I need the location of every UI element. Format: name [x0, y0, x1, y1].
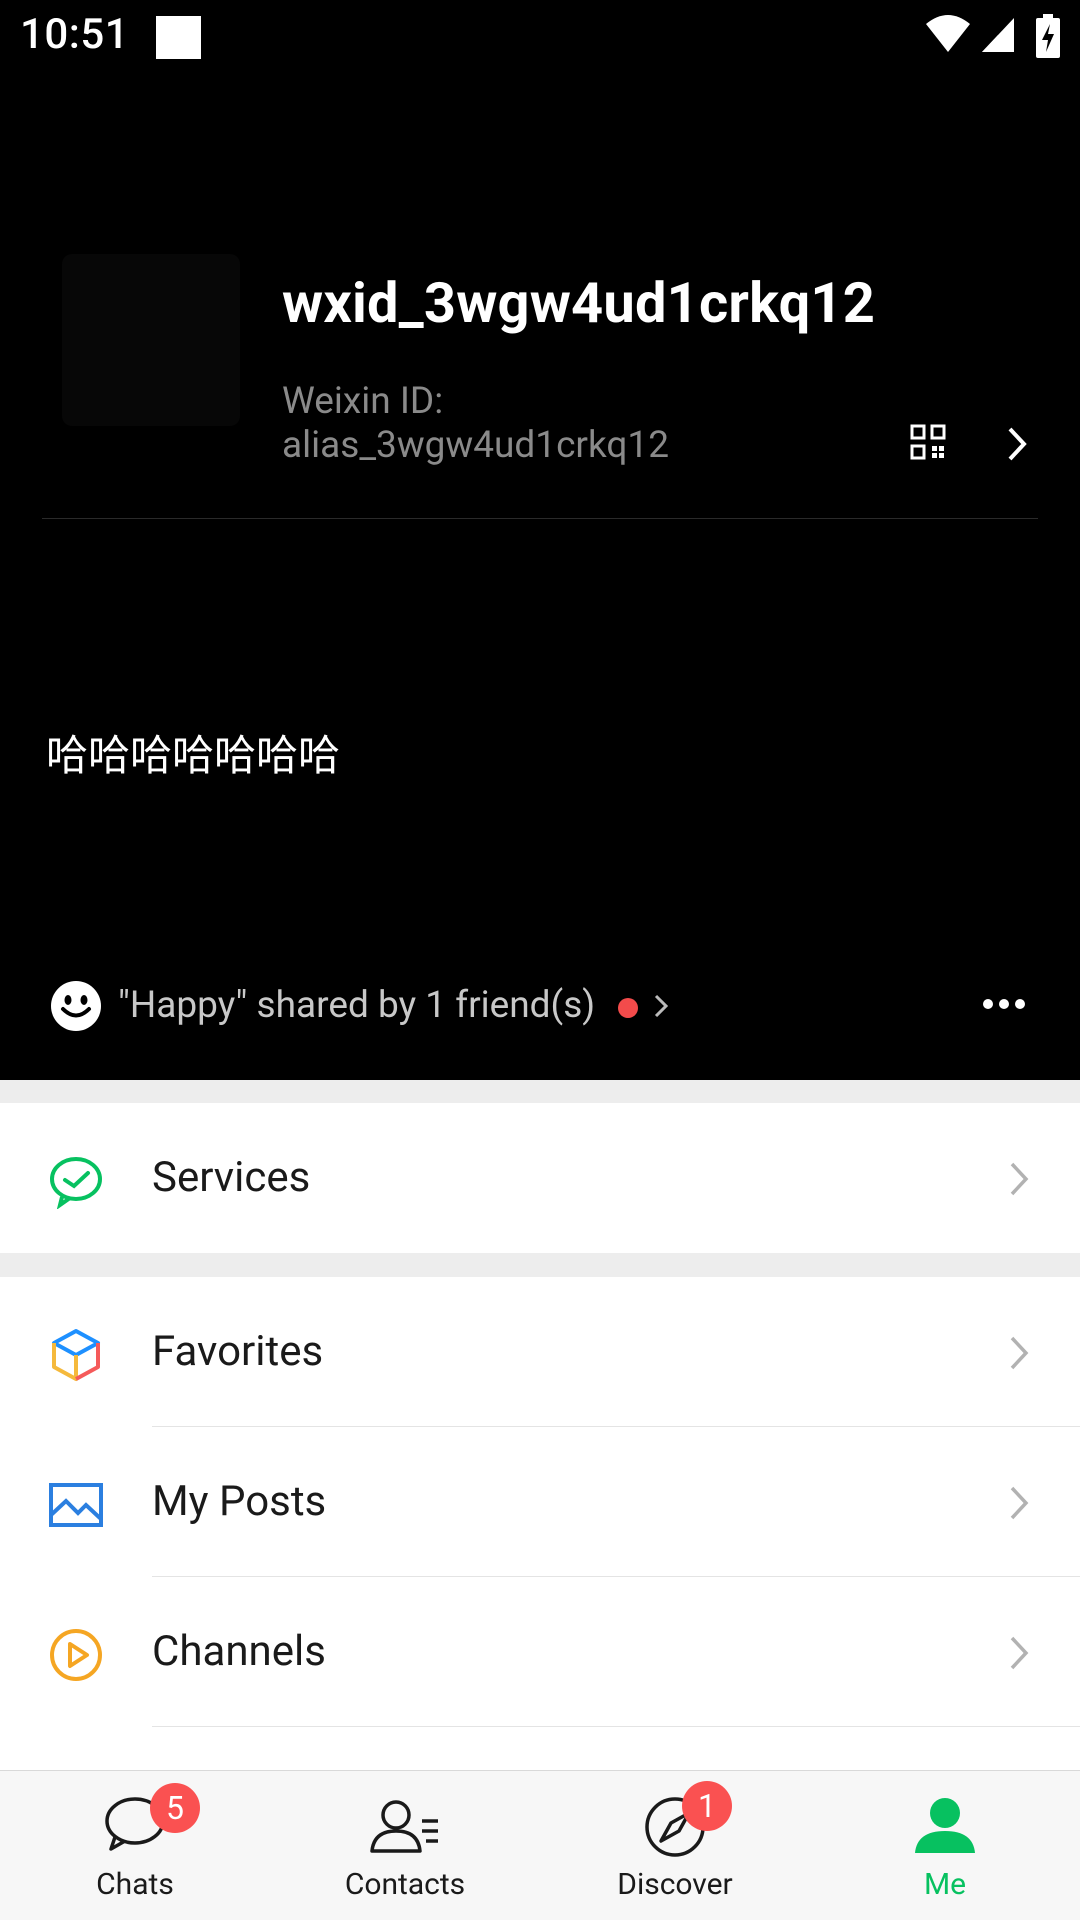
chevron-right-icon: [1010, 1336, 1029, 1370]
tab-chats[interactable]: 5 Chats: [0, 1771, 270, 1920]
status-row[interactable]: "Happy" shared by 1 friend(s): [0, 972, 1080, 1042]
chevron-right-icon: [1010, 1636, 1029, 1670]
qr-code-icon[interactable]: [910, 424, 946, 460]
status-text[interactable]: "Happy" shared by 1 friend(s): [118, 984, 595, 1027]
chevron-right-icon: [1010, 1486, 1029, 1520]
contacts-icon: [370, 1800, 438, 1853]
tab-me[interactable]: Me: [810, 1771, 1080, 1920]
profile-signature: 哈哈哈哈哈哈哈: [46, 731, 341, 780]
menu-item-favorites[interactable]: Favorites: [0, 1277, 1080, 1427]
profile-nickname: wxid_3wgw4ud1crkq12: [282, 270, 876, 336]
services-section: Services: [0, 1103, 1080, 1253]
wifi-icon: [926, 15, 970, 52]
menu-item-label: Favorites: [152, 1327, 324, 1376]
avatar[interactable]: [62, 254, 240, 426]
image-icon: [49, 1483, 103, 1527]
services-icon: [50, 1157, 102, 1209]
status-bar: 10:51: [0, 0, 1080, 74]
notification-square-icon: [156, 16, 201, 59]
status-time: 10:51: [20, 10, 130, 59]
menu-item-services[interactable]: Services: [0, 1103, 1080, 1253]
menu-item-my-posts[interactable]: My Posts: [0, 1427, 1080, 1577]
menu-item-channels[interactable]: Channels: [0, 1577, 1080, 1727]
tab-label: Discover: [617, 1867, 733, 1902]
menu-item-label: Channels: [152, 1627, 326, 1676]
row-divider: [152, 1726, 1080, 1727]
battery-charging-icon: [1036, 14, 1060, 58]
cube-icon: [52, 1329, 100, 1381]
chevron-right-icon: [1010, 1162, 1029, 1196]
menu-item-label: Services: [152, 1153, 311, 1202]
bottom-tab-bar: 5 Chats Contacts 1 Discover Me: [0, 1770, 1080, 1920]
tab-discover[interactable]: 1 Discover: [540, 1771, 810, 1920]
smiley-status-icon: [51, 981, 101, 1031]
tab-contacts[interactable]: Contacts: [270, 1771, 540, 1920]
tab-label: Contacts: [344, 1867, 466, 1902]
more-icon[interactable]: [982, 998, 1026, 1010]
chats-badge: 5: [150, 1783, 200, 1833]
weixin-id-label: Weixin ID:: [282, 380, 444, 423]
person-icon: [915, 1798, 975, 1853]
cellular-signal-icon: [982, 18, 1014, 52]
chevron-right-icon[interactable]: [1006, 426, 1028, 462]
tab-label: Me: [923, 1867, 967, 1902]
tab-label: Chats: [96, 1867, 174, 1902]
discover-badge: 1: [682, 1781, 732, 1831]
profile-header[interactable]: wxid_3wgw4ud1crkq12 Weixin ID: alias_3wg…: [0, 74, 1080, 1080]
weixin-id-value: alias_3wgw4ud1crkq12: [282, 424, 669, 467]
unread-dot: [618, 998, 638, 1018]
menu-item-label: My Posts: [152, 1477, 327, 1526]
profile-divider: [42, 518, 1038, 519]
chevron-right-icon: [654, 994, 668, 1018]
features-section: Favorites My Posts Channels: [0, 1277, 1080, 1777]
play-circle-icon: [50, 1629, 102, 1681]
